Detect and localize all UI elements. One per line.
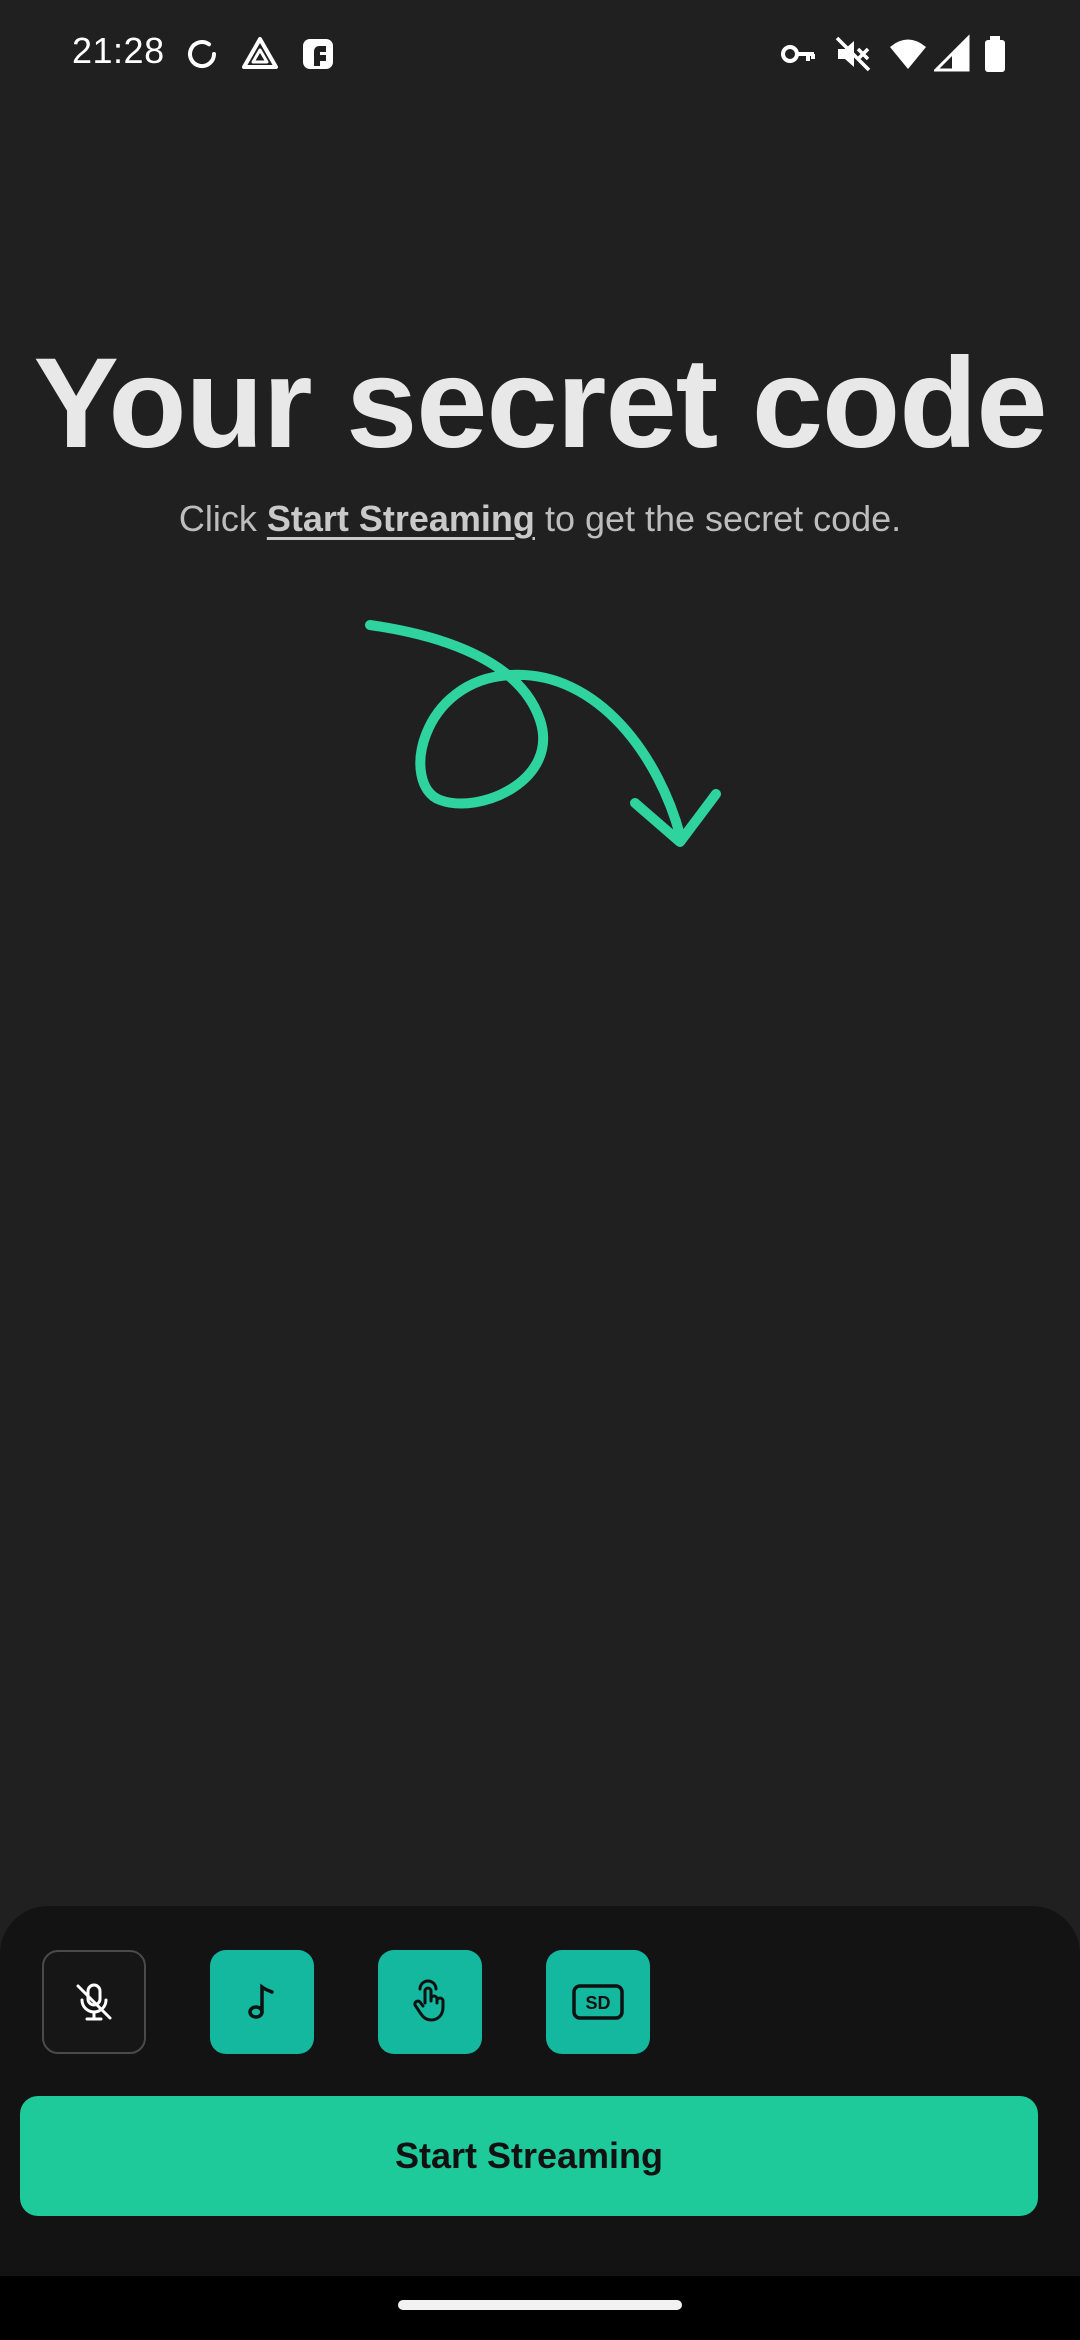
app-notification-icon: [303, 39, 333, 69]
subtitle: Click Start Streaming to get the secret …: [0, 498, 1080, 540]
subtitle-suffix: to get the secret code.: [544, 498, 902, 539]
cell-signal-icon: [934, 34, 970, 72]
music-note-icon: [248, 1983, 274, 2019]
sync-icon: [188, 40, 217, 69]
touch-toggle-button[interactable]: [378, 1950, 482, 2054]
drive-triangle-icon: [242, 37, 278, 69]
curly-arrow-icon: [365, 620, 721, 847]
page-title: Your secret code: [33, 332, 1047, 475]
start-streaming-button[interactable]: Start Streaming: [20, 2096, 1038, 2216]
battery-icon: [985, 36, 1005, 72]
home-indicator[interactable]: [398, 2300, 682, 2310]
mic-toggle-button[interactable]: [42, 1950, 146, 2054]
svg-text:SD: SD: [585, 1993, 610, 2013]
subtitle-prefix: Click: [178, 498, 257, 539]
vpn-key-icon: [781, 45, 815, 63]
mute-icon: [835, 36, 871, 72]
screen: 21:28 Your secret code Click Start Strea…: [0, 0, 1080, 2340]
quality-toggle-button[interactable]: SD: [546, 1950, 650, 2054]
status-bar: 21:28: [0, 0, 1080, 110]
touch-icon: [413, 1979, 445, 2022]
controls-panel: [0, 1906, 1080, 2276]
music-toggle-button[interactable]: [210, 1950, 314, 2054]
sd-quality-icon: SD: [572, 1984, 624, 2020]
mic-off-icon: [76, 1983, 112, 2021]
wifi-icon: [890, 39, 926, 69]
status-time: 21:28: [72, 30, 165, 71]
start-streaming-link[interactable]: Start Streaming: [267, 498, 535, 539]
